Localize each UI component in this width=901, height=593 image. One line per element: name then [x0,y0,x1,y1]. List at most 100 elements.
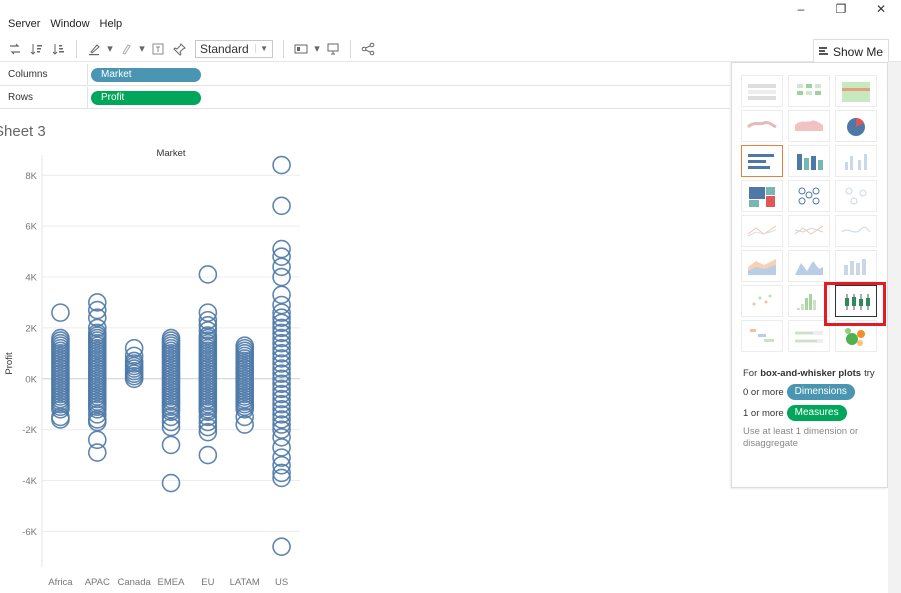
x-tick-label: APAC [85,577,110,588]
fit-select-value: Standard [200,41,249,56]
horizontal-bar-icon[interactable] [741,145,783,177]
minimize-button[interactable]: – [781,0,821,18]
y-tick-label: -2K [22,425,37,436]
tableau-window: Server Window Help – ❐ ✕ ▾ ▾ Standard ▼ … [0,0,901,593]
dimensions-count: 0 or more [743,386,784,398]
data-point [161,473,181,493]
area-continuous-icon[interactable] [741,250,783,282]
data-point [272,438,291,457]
swap-icon[interactable] [4,39,26,59]
data-point [51,303,70,322]
columns-shelf[interactable]: Columns Market [0,64,730,86]
x-tick-label: EMEA [158,577,186,588]
menu-window[interactable]: Window [50,18,89,34]
measures-requirement: 1 or more Measures [743,405,883,422]
data-point [198,445,218,465]
filled-map-icon[interactable] [788,110,830,142]
menu-server[interactable]: Server [8,18,40,34]
hint-suffix: try [864,368,875,379]
line-discrete-icon[interactable] [788,215,830,247]
data-point [161,435,181,455]
dimensions-tag: Dimensions [786,384,855,401]
profit-pill[interactable]: Profit [91,90,201,105]
pie-chart-icon[interactable] [835,110,877,142]
data-point [272,239,291,259]
bullet-graph-icon[interactable] [788,320,830,352]
data-point [272,257,291,277]
packed-bubbles-icon[interactable] [835,320,877,352]
group-members-icon[interactable] [115,39,137,59]
box-and-whisker-icon[interactable] [835,285,877,317]
y-tick-label: 8K [25,171,37,182]
highlight-table-icon[interactable] [835,75,877,107]
hint-note: Use at least 1 dimension or disaggregate [743,426,859,450]
data-point [87,443,107,462]
dropdown-arrow-icon[interactable]: ▾ [137,39,147,59]
show-cards-icon[interactable] [290,39,312,59]
rows-shelf[interactable]: Rows Profit [0,87,730,109]
columns-shelf-label: Columns [0,64,88,85]
share-icon[interactable] [357,39,379,59]
y-axis-title: Profit [4,352,15,375]
line-continuous-icon[interactable] [741,215,783,247]
market-pill[interactable]: Market [91,67,201,82]
hint-chart-name: box-and-whisker plots [760,368,862,379]
stacked-bar-icon[interactable] [788,145,830,177]
y-tick-label: 2K [25,323,37,334]
close-button[interactable]: ✕ [861,0,901,18]
symbol-map-icon[interactable] [741,110,783,142]
toolbar: ▾ ▾ Standard ▼ ▾ [0,36,901,62]
dual-line-icon[interactable] [835,215,877,247]
heat-map-icon[interactable] [788,75,830,107]
show-me-button[interactable]: Show Me [813,39,889,63]
y-tick-label: 0K [25,374,37,385]
dimensions-requirement: 0 or more Dimensions [743,384,883,401]
histogram-icon[interactable] [788,285,830,317]
pin-icon[interactable] [169,39,191,59]
y-tick-label: -4K [22,476,37,487]
toolbar-divider [283,39,284,58]
presentation-mode-icon[interactable] [322,39,344,59]
data-point [87,300,107,320]
show-me-icon [818,45,829,59]
restore-button[interactable]: ❐ [821,0,861,18]
scatter-plot-icon[interactable] [741,285,783,317]
fit-select[interactable]: Standard ▼ [195,39,273,58]
data-point [272,448,291,467]
data-point [272,155,291,175]
dropdown-arrow-icon[interactable]: ▾ [312,39,322,59]
menu-help[interactable]: Help [100,18,123,34]
highlight-icon[interactable] [83,39,105,59]
text-table-icon[interactable] [741,75,783,107]
dropdown-arrow-icon[interactable]: ▾ [105,39,115,59]
show-labels-icon[interactable] [147,39,169,59]
vertical-scrollbar[interactable] [888,62,901,593]
show-me-panel: For box-and-whisker plots try 0 or more … [731,62,888,488]
data-point [272,427,291,447]
data-point [272,537,291,556]
chevron-down-icon: ▼ [255,44,268,53]
sort-ascending-icon[interactable] [26,39,48,59]
show-me-label: Show Me [832,44,884,59]
side-by-side-circle-icon[interactable] [835,180,877,212]
treemap-icon[interactable] [741,180,783,212]
y-tick-label: -6K [22,527,37,538]
sheet-title: Sheet 3 [0,123,46,140]
hint-line: For box-and-whisker plots try [743,368,883,379]
x-tick-label: LATAM [230,577,260,588]
column-header-market: Market [156,148,185,159]
side-by-side-bar-icon[interactable] [835,145,877,177]
dual-combination-icon[interactable] [835,250,877,282]
circle-view-icon[interactable] [788,180,830,212]
measures-count: 1 or more [743,407,784,419]
sort-descending-icon[interactable] [48,39,70,59]
hint-prefix: For [743,368,758,379]
data-point [87,308,107,328]
window-controls: – ❐ ✕ [781,0,901,18]
gantt-chart-icon[interactable] [741,320,783,352]
data-point [87,293,107,312]
y-tick-label: 6K [25,222,37,233]
toolbar-divider [76,39,77,58]
area-discrete-icon[interactable] [788,250,830,282]
profit-by-market-chart[interactable]: -6K -4K -2K 0K 2K 4K 6K 8K Market Profit Africa APA… [0,140,310,593]
